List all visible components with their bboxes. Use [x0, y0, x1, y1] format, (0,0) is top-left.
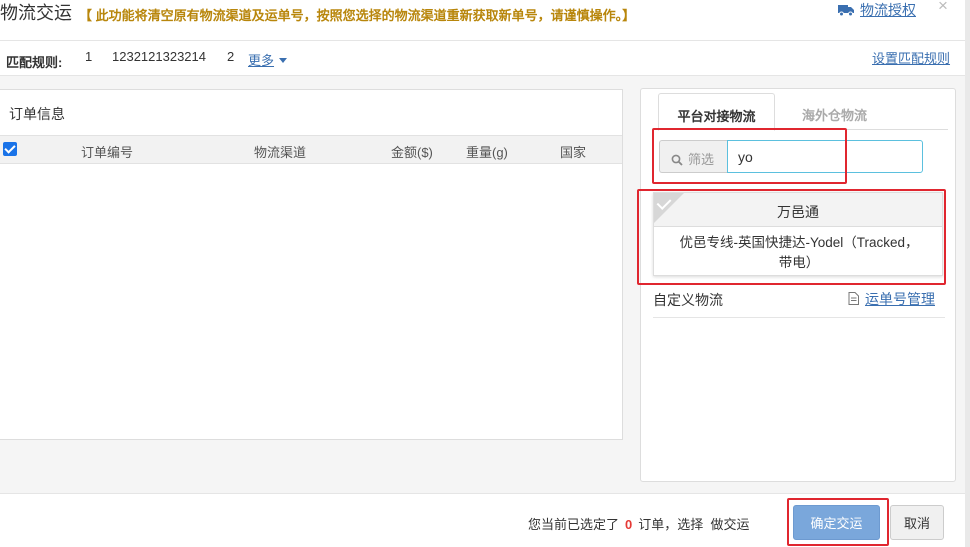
waybill-management-link[interactable]: 运单号管理 — [848, 289, 935, 309]
set-match-rules-link[interactable]: 设置匹配规则 — [872, 48, 950, 67]
match-rule-option[interactable]: 1 — [85, 49, 92, 64]
logistics-dispatch-dialog: 物流交运 【 此功能将清空原有物流渠道及运单号，按照您选择的物流渠道重新获取新单… — [0, 0, 970, 547]
status-prefix: 您当前已选定了 — [528, 517, 620, 532]
scrollbar-track[interactable] — [965, 0, 970, 547]
dialog-body: 订单信息 订单编号 物流渠道 金额($) 重量(g) 国家 平台对接物流 海外仓… — [0, 75, 970, 493]
filter-input[interactable] — [727, 140, 923, 173]
selection-status: 您当前已选定了 0 订单，选择 做交运 — [528, 514, 750, 533]
custom-logistics-row: 自定义物流 运单号管理 — [653, 289, 945, 318]
column-amount[interactable]: 金额($) — [391, 142, 433, 161]
tab-overseas-warehouse[interactable]: 海外仓物流 — [776, 93, 893, 130]
custom-logistics-label: 自定义物流 — [653, 292, 723, 308]
logistics-auth-label: 物流授权 — [860, 2, 916, 18]
warning-notice: 【 此功能将清空原有物流渠道及运单号，按照您选择的物流渠道重新获取新单号，请谨慎… — [79, 8, 636, 23]
match-rule-label: 匹配规则: — [6, 55, 63, 70]
filter-addon: 筛选 — [659, 140, 727, 173]
status-suffix: 订单，选择 — [638, 517, 704, 532]
filter-label: 筛选 — [688, 152, 715, 167]
filter-group: 筛选 — [659, 140, 923, 173]
order-table-header: 订单编号 物流渠道 金额($) 重量(g) 国家 — [0, 135, 622, 164]
column-order-number[interactable]: 订单编号 — [81, 142, 133, 161]
dialog-header: 物流交运 【 此功能将清空原有物流渠道及运单号，按照您选择的物流渠道重新获取新单… — [0, 0, 970, 41]
document-icon — [848, 292, 859, 305]
truck-icon — [838, 5, 854, 16]
match-rule-option[interactable]: 1232121323214 — [112, 49, 206, 64]
order-info-title: 订单信息 — [9, 106, 65, 122]
provider-name: 万邑通 — [654, 193, 942, 227]
tab-platform-logistics[interactable]: 平台对接物流 — [658, 93, 775, 131]
logistics-tabs: 平台对接物流 海外仓物流 — [658, 93, 948, 131]
status-action: 做交运 — [710, 517, 750, 532]
logistics-panel: 平台对接物流 海外仓物流 筛选 万邑通 优邑专线-英国快捷达-Yodel（Tra… — [640, 88, 956, 482]
select-all-checkbox[interactable] — [3, 142, 17, 156]
cancel-button[interactable]: 取消 — [890, 505, 944, 540]
dialog-title: 物流交运 — [0, 3, 72, 23]
waybill-management-label: 运单号管理 — [865, 291, 935, 307]
column-logistics-channel[interactable]: 物流渠道 — [254, 142, 306, 161]
dialog-footer: 您当前已选定了 0 订单，选择 做交运 确定交运 取消 — [0, 493, 970, 547]
service-name-line: 优邑专线-英国快捷达-Yodel（Tracked， — [679, 235, 919, 250]
logistics-channel-card[interactable]: 万邑通 优邑专线-英国快捷达-Yodel（Tracked， 带电） — [653, 192, 943, 276]
column-weight[interactable]: 重量(g) — [466, 142, 508, 161]
chevron-down-icon — [279, 58, 288, 63]
match-rule-bar: 匹配规则: 1 1232121323214 2 更多 设置匹配规则 — [0, 41, 970, 75]
logistics-auth-link[interactable]: 物流授权 — [838, 0, 916, 20]
close-icon[interactable]: × — [938, 0, 948, 16]
selected-count: 0 — [625, 517, 633, 532]
order-info-panel: 订单信息 订单编号 物流渠道 金额($) 重量(g) 国家 — [0, 89, 623, 440]
service-name-line: 带电） — [778, 255, 820, 270]
more-rules-label: 更多 — [248, 53, 275, 68]
column-country[interactable]: 国家 — [560, 142, 586, 161]
search-icon — [671, 154, 683, 166]
confirm-dispatch-button[interactable]: 确定交运 — [793, 505, 880, 540]
more-rules-dropdown[interactable]: 更多 — [248, 50, 288, 69]
service-name: 优邑专线-英国快捷达-Yodel（Tracked， 带电） — [664, 233, 934, 273]
match-rule-option[interactable]: 2 — [227, 49, 234, 64]
